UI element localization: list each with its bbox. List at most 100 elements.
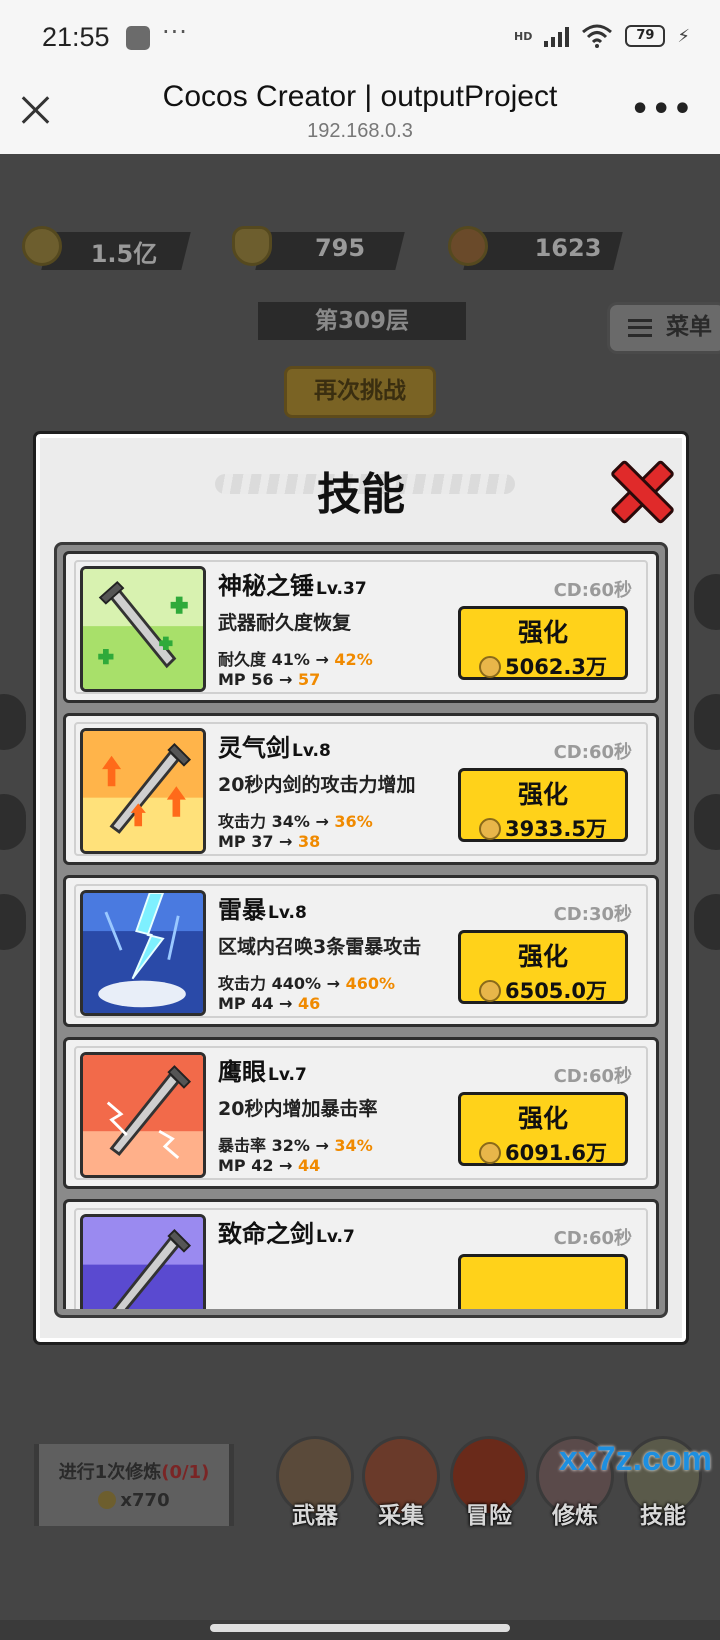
gold-value: 1.5亿 bbox=[90, 240, 158, 268]
rechallenge-button[interactable]: 再次挑战 bbox=[284, 366, 436, 418]
mp-next: 57 bbox=[298, 670, 321, 689]
skill-level: Lv.8 bbox=[268, 903, 307, 923]
upgrade-label: 强化 bbox=[517, 942, 568, 971]
home-indicator[interactable] bbox=[210, 1624, 510, 1632]
side-orb[interactable] bbox=[694, 894, 720, 950]
training-label: 进行1次修炼 bbox=[58, 1462, 162, 1483]
skill-name: 致命之剑 Lv.7 bbox=[218, 1214, 355, 1249]
modal-header: 技能 bbox=[40, 438, 682, 534]
side-orb[interactable] bbox=[0, 894, 26, 950]
watermark: xx7z.com bbox=[558, 1440, 712, 1478]
crane-value: 1623 bbox=[534, 234, 602, 262]
side-orb[interactable] bbox=[694, 694, 720, 750]
skill-card: 鹰眼 Lv.7 CD:60秒 20秒内增加暴击率 暴击率 32% → 34% MP… bbox=[63, 1037, 659, 1189]
mp-next: 44 bbox=[298, 1156, 321, 1175]
skill-card: 致命之剑 Lv.7 CD:60秒 bbox=[63, 1199, 659, 1309]
skill-description: 20秒内增加暴击率 bbox=[218, 1098, 378, 1120]
hawk-eye-icon bbox=[80, 1052, 206, 1178]
coin-icon bbox=[478, 656, 501, 678]
skill-level: Lv.8 bbox=[292, 741, 331, 761]
skill-stat: 攻击力 440% → 460% bbox=[218, 970, 395, 994]
stat-current: 攻击力 34% → bbox=[218, 812, 335, 831]
paper-crane-icon bbox=[448, 226, 488, 266]
upgrade-button[interactable]: 强化 3933.5万 bbox=[458, 768, 628, 842]
nav-weapon-label: 武器 bbox=[292, 1503, 338, 1529]
side-orb[interactable] bbox=[694, 794, 720, 850]
mp-current: MP 56 → bbox=[218, 670, 299, 689]
stat-current: 暴击率 32% → bbox=[218, 1136, 335, 1155]
skill-cooldown: CD:30秒 bbox=[553, 904, 632, 925]
nav-skill-label: 技能 bbox=[640, 1503, 686, 1529]
side-orb[interactable] bbox=[694, 574, 720, 630]
skill-name-text: 神秘之锤 bbox=[218, 572, 314, 600]
skill-description: 20秒内剑的攻击力增加 bbox=[218, 774, 416, 796]
training-cost: x770 bbox=[120, 1490, 170, 1511]
skill-name-text: 雷暴 bbox=[218, 896, 266, 924]
mp-current: MP 42 → bbox=[218, 1156, 299, 1175]
nav-gather-label: 采集 bbox=[378, 1503, 424, 1529]
skill-level: Lv.7 bbox=[268, 1065, 307, 1085]
menu-label: 菜单 bbox=[666, 314, 712, 340]
training-count: (0/1) bbox=[161, 1462, 210, 1483]
upgrade-cost: 3933.5万 bbox=[461, 813, 625, 843]
nav-train-label: 修炼 bbox=[552, 1503, 598, 1529]
skill-stat: 攻击力 34% → 36% bbox=[218, 808, 373, 832]
skill-name-text: 致命之剑 bbox=[218, 1220, 314, 1248]
thunderstorm-icon bbox=[80, 890, 206, 1016]
skill-description: 区域内召唤3条雷暴攻击 bbox=[218, 936, 422, 958]
skill-stat: 耐久度 41% → 42% bbox=[218, 646, 373, 670]
side-orb[interactable] bbox=[0, 794, 26, 850]
close-modal-button[interactable] bbox=[610, 460, 668, 518]
skill-card: 神秘之锤 Lv.37 CD:60秒 武器耐久度恢复 耐久度 41% → 42% M… bbox=[63, 551, 659, 703]
upgrade-cost: 6091.6万 bbox=[461, 1137, 625, 1167]
training-cost-line: x770 bbox=[39, 1490, 229, 1511]
modal-title: 技能 bbox=[317, 469, 405, 520]
notification-icon bbox=[126, 26, 150, 50]
upgrade-label: 强化 bbox=[517, 618, 568, 647]
status-bar: 21:55 ··· HD 79 ⚡ bbox=[0, 0, 720, 78]
side-orb[interactable] bbox=[0, 694, 26, 750]
hammer-sword-icon bbox=[80, 566, 206, 692]
upgrade-label: 强化 bbox=[517, 1104, 568, 1133]
cost-value: 5062.3万 bbox=[504, 655, 608, 679]
stat-next: 34% bbox=[334, 1136, 373, 1155]
upgrade-cost: 6505.0万 bbox=[461, 975, 625, 1005]
more-options-icon[interactable]: ••• bbox=[630, 92, 694, 127]
deadly-sword-icon bbox=[80, 1214, 206, 1309]
nav-adventure-label: 冒险 bbox=[466, 1503, 512, 1529]
skill-cooldown: CD:60秒 bbox=[553, 742, 632, 763]
skill-level: Lv.37 bbox=[316, 579, 367, 599]
menu-button[interactable]: 菜单 bbox=[607, 302, 720, 354]
network-type-label: HD bbox=[514, 29, 533, 43]
charging-icon: ⚡ bbox=[677, 25, 690, 47]
training-panel[interactable]: 进行1次修炼(0/1) x770 bbox=[34, 1444, 234, 1526]
training-text-line: 进行1次修炼(0/1) bbox=[39, 1458, 229, 1484]
wifi-icon bbox=[582, 24, 613, 48]
upgrade-button[interactable]: 强化 6091.6万 bbox=[458, 1092, 628, 1166]
cost-value: 6505.0万 bbox=[504, 979, 608, 1003]
skill-mp: MP 56 → 57 bbox=[218, 670, 320, 689]
mp-current: MP 44 → bbox=[218, 994, 299, 1013]
upgrade-button[interactable] bbox=[458, 1254, 628, 1309]
skill-list[interactable]: 神秘之锤 Lv.37 CD:60秒 武器耐久度恢复 耐久度 41% → 42% M… bbox=[63, 551, 659, 1309]
mp-current: MP 37 → bbox=[218, 832, 299, 851]
stat-current: 耐久度 41% → bbox=[218, 650, 335, 669]
skill-name-text: 灵气剑 bbox=[218, 734, 290, 762]
skill-cooldown: CD:60秒 bbox=[553, 1066, 632, 1087]
skills-modal: 技能 神秘之锤 Lv.37 CD:60秒 武器耐久度恢复 耐久度 41% → 4… bbox=[33, 431, 689, 1345]
skill-mp: MP 37 → 38 bbox=[218, 832, 320, 851]
upgrade-button[interactable]: 强化 6505.0万 bbox=[458, 930, 628, 1004]
stat-next: 460% bbox=[345, 974, 395, 993]
skill-stat: 暴击率 32% → 34% bbox=[218, 1132, 373, 1156]
skill-name: 雷暴 Lv.8 bbox=[218, 890, 307, 925]
coin-icon bbox=[478, 818, 501, 840]
ingot-value: 795 bbox=[314, 234, 366, 262]
skill-name: 灵气剑 Lv.8 bbox=[218, 728, 331, 763]
ingot-icon bbox=[232, 226, 272, 266]
upgrade-cost: 5062.3万 bbox=[461, 651, 625, 681]
skill-mp: MP 42 → 44 bbox=[218, 1156, 320, 1175]
skill-name-text: 鹰眼 bbox=[218, 1058, 266, 1086]
page-title: Cocos Creator | outputProject bbox=[162, 80, 558, 113]
upgrade-button[interactable]: 强化 5062.3万 bbox=[458, 606, 628, 680]
floor-label: 第309层 bbox=[258, 302, 466, 340]
